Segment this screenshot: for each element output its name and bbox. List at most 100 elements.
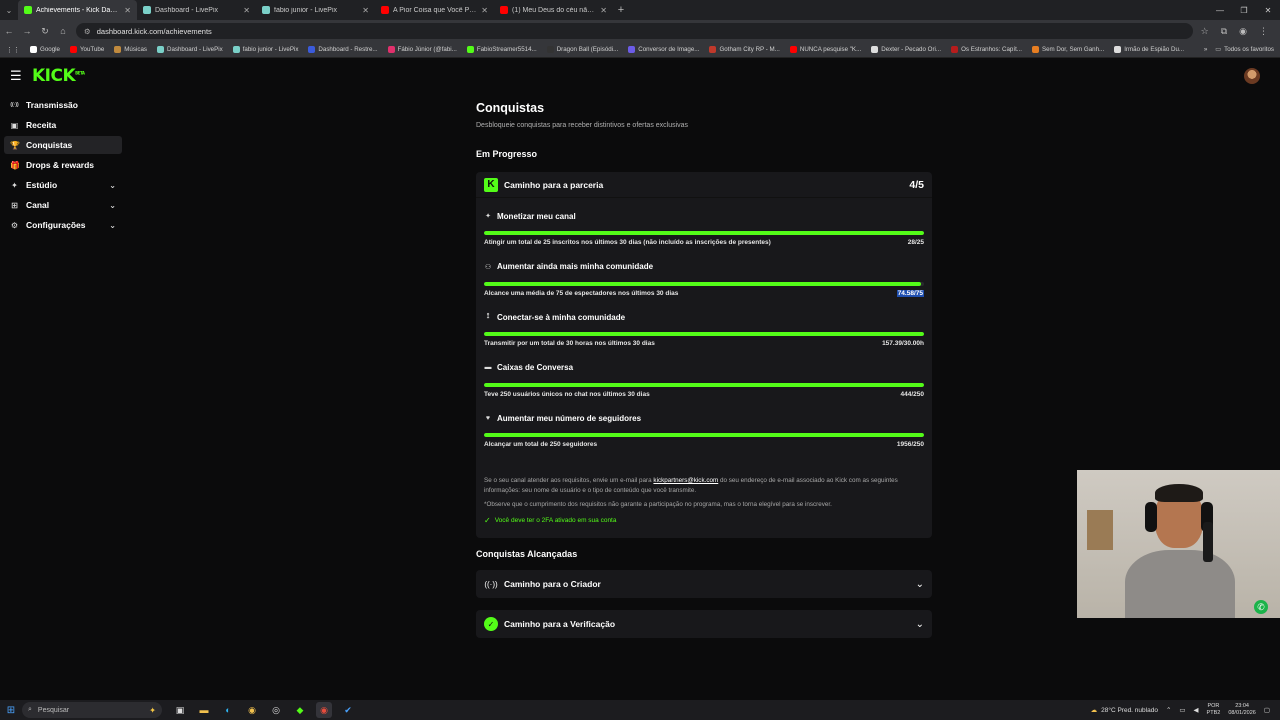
bookmark-item[interactable]: YouTube — [69, 46, 104, 53]
taskbar-search[interactable]: ⌕ Pesquisar ✦ — [22, 702, 162, 718]
partner-card-header: K Caminho para a parceria 4/5 — [476, 172, 932, 198]
tab-close-icon[interactable]: ✕ — [243, 6, 250, 15]
chevron-down-icon[interactable]: ⌄ — [109, 181, 116, 190]
chevron-down-icon[interactable]: ⌄ — [109, 201, 116, 210]
bookmark-item[interactable]: Gotham City RP - M... — [709, 46, 780, 53]
tab-label: (1) Meu Deus do céu não sobre — [512, 6, 597, 14]
all-favorites-folder[interactable]: ▭ Todos os favoritos — [1215, 46, 1274, 53]
sidebar: ((·)) Transmissão ▣ Receita 🏆 Conquistas… — [4, 96, 122, 236]
extensions-icon[interactable]: ⧉ — [1221, 26, 1227, 37]
sidebar-item[interactable]: ((·)) Transmissão — [4, 96, 122, 114]
clock[interactable]: 23:04 08/01/2026 — [1228, 703, 1256, 717]
requirement-title: ▬ Caixas de Conversa — [484, 362, 924, 374]
bookmark-item[interactable]: Dragon Ball (Episódi... — [546, 46, 618, 53]
close-window-icon[interactable]: ✕ — [1256, 6, 1280, 15]
bookmark-item[interactable]: Os Estranhos: Capít... — [951, 46, 1022, 53]
menu-icon[interactable]: ⋮ — [1259, 26, 1268, 37]
bookmark-item[interactable]: Dexter - Pecado Ori... — [871, 46, 941, 53]
sidebar-item[interactable]: 🎁 Drops & rewards — [4, 156, 122, 174]
browser-tab[interactable]: Achievements - Kick Dashboard ✕ — [18, 0, 137, 20]
new-tab-button[interactable]: + — [613, 4, 629, 16]
requirement-name: Aumentar meu número de seguidores — [497, 413, 642, 423]
obs-icon[interactable]: ◎ — [268, 702, 284, 718]
progress-bar-fill — [484, 332, 924, 337]
weather-widget[interactable]: ☁ 28°C Pred. nublado — [1091, 706, 1158, 715]
browser-tab[interactable]: Dashboard - LivePix ✕ — [137, 0, 256, 20]
sidebar-item[interactable]: ✦ Estúdio ⌄ — [4, 176, 122, 194]
tray-chevron-icon[interactable]: ⌃ — [1166, 706, 1171, 714]
verification-path-accordion[interactable]: ✓ Caminho para a Verificação ⌄ — [476, 610, 932, 638]
bookmark-label: Músicas — [124, 46, 147, 53]
task-view-icon[interactable]: ▣ — [172, 702, 188, 718]
avatar[interactable] — [1244, 68, 1260, 84]
chrome-active-icon[interactable]: ◉ — [316, 702, 332, 718]
bookmark-favicon-icon — [232, 46, 240, 53]
tab-close-icon[interactable]: ✕ — [600, 6, 607, 15]
language-indicator[interactable]: POR PTB2 — [1207, 703, 1221, 717]
back-icon[interactable]: ← — [4, 26, 14, 36]
reload-icon[interactable]: ↻ — [40, 26, 50, 37]
home-icon[interactable]: ⌂ — [58, 26, 68, 36]
tab-search-icon[interactable]: ⌄ — [0, 6, 18, 15]
sidebar-item[interactable]: ⚙ Configurações ⌄ — [4, 216, 122, 234]
requirement-description: Transmitir por um total de 30 horas nos … — [484, 340, 655, 348]
volume-icon[interactable]: ◀ — [1194, 706, 1199, 714]
kick-logo[interactable]: KICKBETA — [32, 66, 85, 86]
system-tray: ☁ 28°C Pred. nublado ⌃ ▭ ◀ POR PTB2 23:0… — [1091, 703, 1280, 717]
tab-close-icon[interactable]: ✕ — [124, 6, 131, 15]
browser-tab[interactable]: (1) Meu Deus do céu não sobre ✕ — [494, 0, 613, 20]
chevron-down-icon[interactable]: ⌄ — [916, 579, 924, 590]
chevron-down-icon[interactable]: ⌄ — [109, 221, 116, 230]
chrome-icon[interactable]: ◉ — [244, 702, 260, 718]
forward-icon[interactable]: → — [22, 26, 32, 36]
sparkle-icon: ✦ — [485, 213, 491, 220]
bookmark-favicon-icon — [951, 46, 959, 53]
profile-icon[interactable]: ◉ — [1239, 26, 1247, 37]
maximize-icon[interactable]: ❐ — [1232, 6, 1256, 15]
tab-label: Dashboard - LivePix — [155, 6, 219, 14]
notification-icon[interactable]: ▢ — [1264, 706, 1270, 714]
bookmark-item[interactable]: NUNCA pesquise "K... — [789, 46, 861, 53]
bookmark-item[interactable]: fabio junior - LivePix — [232, 46, 298, 53]
sidebar-item[interactable]: ▣ Receita — [4, 116, 122, 134]
app-green-icon[interactable]: ◆ — [292, 702, 308, 718]
tab-close-icon[interactable]: ✕ — [481, 6, 488, 15]
tab-close-icon[interactable]: ✕ — [362, 6, 369, 15]
url-field[interactable]: ⚙ dashboard.kick.com/achievements — [76, 23, 1193, 39]
file-explorer-icon[interactable]: ▬ — [196, 702, 212, 718]
bookmark-item[interactable]: Conversor de Image... — [628, 46, 699, 53]
bookmark-item[interactable]: Dashboard - Restre... — [308, 46, 378, 53]
browser-tab[interactable]: A Pior Coisa que Você Pode Fa ✕ — [375, 0, 494, 20]
partner-email-link[interactable]: kickpartners@kick.com — [653, 477, 718, 484]
bookmark-item[interactable]: Dashboard - LivePix — [156, 46, 223, 53]
bookmark-item[interactable]: Irmão de Espião Du... — [1114, 46, 1184, 53]
tab-favicon-icon — [262, 6, 270, 14]
tab-favicon-icon — [24, 6, 32, 14]
sidebar-item[interactable]: ⊞ Canal ⌄ — [4, 196, 122, 214]
bookmark-item[interactable]: Fábio Júnior (@fabi... — [387, 46, 457, 53]
bookmark-item[interactable]: Sem Dor, Sem Ganh... — [1031, 46, 1104, 53]
site-info-icon[interactable]: ⚙ — [84, 27, 91, 36]
sidebar-item[interactable]: 🏆 Conquistas — [4, 136, 122, 154]
requirement-value: 1956/250 — [896, 441, 924, 449]
windows-start-icon[interactable]: ⊞ — [0, 705, 22, 716]
creator-path-accordion[interactable]: ((·)) Caminho para o Criador ⌄ — [476, 570, 932, 598]
network-icon[interactable]: ▭ — [1179, 706, 1185, 714]
bookmark-star-icon[interactable]: ☆ — [1201, 26, 1209, 37]
more-bookmarks-icon[interactable]: » — [1204, 46, 1207, 53]
bookmark-favicon-icon — [709, 46, 717, 53]
steam-icon[interactable]: ✔ — [340, 702, 356, 718]
bookmark-item[interactable]: FabioStreamer5514... — [466, 46, 537, 53]
gift-icon: 🎁 — [10, 160, 20, 170]
browser-tab-strip: ⌄ Achievements - Kick Dashboard ✕ Dashbo… — [0, 0, 1280, 20]
chevron-down-icon[interactable]: ⌄ — [916, 619, 924, 630]
minimize-icon[interactable]: — — [1208, 6, 1232, 15]
edge-icon[interactable]: ◐ — [220, 702, 236, 718]
bookmark-favicon-icon — [156, 46, 164, 53]
hamburger-menu-icon[interactable]: ☰ — [10, 68, 26, 84]
tab-favicon-icon — [500, 6, 508, 14]
bookmark-item[interactable]: Google — [30, 46, 60, 53]
apps-grid-icon[interactable]: ⋮⋮ — [6, 46, 20, 54]
browser-tab[interactable]: fabio junior - LivePix ✕ — [256, 0, 375, 20]
bookmark-item[interactable]: Músicas — [114, 46, 147, 53]
